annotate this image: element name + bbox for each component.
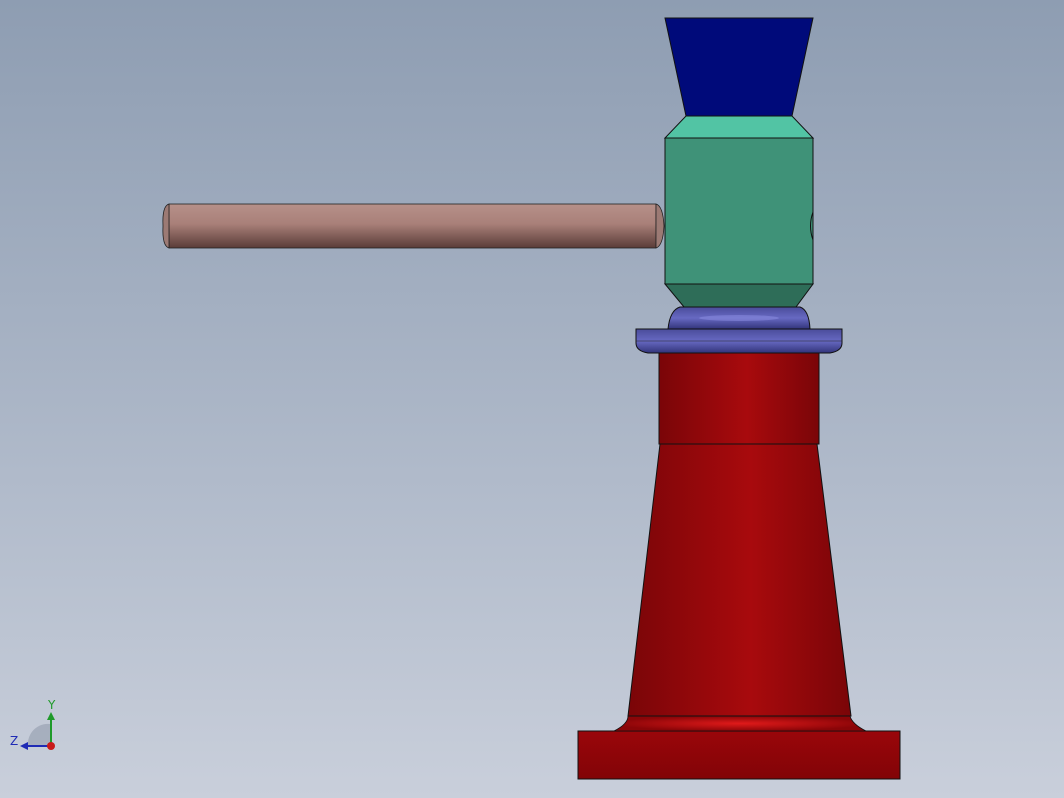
top-cap[interactable] xyxy=(664,17,814,117)
graphics-viewport[interactable]: Y Z xyxy=(0,0,1064,798)
model-view[interactable] xyxy=(0,0,1064,798)
x-axis-dot-icon xyxy=(47,742,55,750)
base-cone[interactable] xyxy=(627,443,852,717)
base-fillet[interactable] xyxy=(613,715,867,732)
washer-highlight xyxy=(699,315,779,321)
y-axis-arrow-icon xyxy=(47,712,55,720)
nut-upper-chamfer[interactable] xyxy=(663,115,815,139)
orientation-triad: Y Z xyxy=(8,698,68,758)
handle-bar[interactable] xyxy=(168,203,657,249)
handle-end-right[interactable] xyxy=(655,203,665,249)
triad-label-y: Y xyxy=(48,698,56,712)
screw-housing[interactable] xyxy=(658,350,820,445)
handle-end-left[interactable] xyxy=(162,203,170,249)
base-plate[interactable] xyxy=(577,730,901,780)
nut-body[interactable] xyxy=(664,137,814,285)
triad-graphic xyxy=(20,712,55,750)
z-axis-arrow-icon xyxy=(20,742,28,750)
nut-lower-chamfer[interactable] xyxy=(663,283,814,308)
triad-quarter-disc xyxy=(27,723,50,746)
triad-label-z: Z xyxy=(10,734,19,748)
